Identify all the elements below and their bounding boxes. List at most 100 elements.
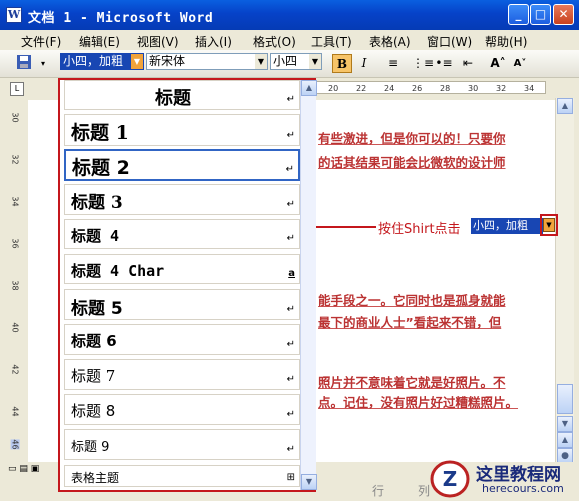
paragraph-mark-icon: ↵ — [286, 130, 295, 141]
document-line: 点。记住，没有照片好过糟糕照片。 — [318, 395, 519, 410]
style-item-heading4[interactable]: 标题 4 ↵ — [64, 219, 300, 249]
font-combo[interactable]: 新宋体 ▼ — [146, 53, 268, 70]
ruler-number: 30 — [468, 84, 479, 93]
menu-insert[interactable]: 插入(I) — [195, 33, 232, 50]
style-item-heading8[interactable]: 标题 8 ↵ — [64, 394, 300, 425]
menu-file[interactable]: 文件(F) — [21, 33, 61, 50]
dropdown-scrollbar[interactable]: ▲ ▼ — [300, 80, 317, 490]
style-item-label: 标题 4 — [71, 227, 120, 245]
document-line: 最下的商业人士”看起来不错，但 — [318, 315, 502, 330]
document-line: 能手段之一。它同时也是孤身就能 — [318, 293, 506, 308]
save-icon[interactable] — [14, 54, 34, 73]
status-column: 列 — [418, 484, 431, 498]
menu-format[interactable]: 格式(O) — [253, 33, 296, 50]
style-item-heading7[interactable]: 标题 7 ↵ — [64, 359, 300, 390]
vruler-number: 38 — [10, 280, 20, 291]
tab-stop-icon[interactable]: L — [10, 82, 24, 96]
bullet-list-icon[interactable]: •≡ — [434, 54, 454, 73]
menu-help[interactable]: 帮助(H) — [485, 33, 527, 50]
chevron-down-icon[interactable]: ▼ — [131, 54, 143, 69]
scroll-down-icon[interactable]: ▼ — [301, 474, 317, 490]
grow-font-icon[interactable]: A˄ — [488, 54, 508, 73]
paragraph-mark-icon: ↵ — [286, 304, 295, 315]
chevron-down-icon[interactable]: ▼ — [255, 54, 267, 69]
style-item-heading3[interactable]: 标题 3 ↵ — [64, 184, 300, 215]
paragraph-mark-icon: ↵ — [286, 339, 295, 350]
svg-text:Z: Z — [443, 467, 458, 491]
numbered-list-icon[interactable]: ⋮≡ — [412, 54, 434, 73]
font-combo-value: 新宋体 — [149, 54, 186, 68]
scroll-up-icon[interactable]: ▲ — [301, 80, 317, 96]
document-line: 照片并不意味着它就是好照片。不 — [318, 375, 506, 390]
chevron-down-icon: ▼ — [543, 218, 555, 232]
annotation-line — [316, 226, 376, 228]
menu-bar: 文件(F) 编辑(E) 视图(V) 插入(I) 格式(O) 工具(T) 表格(A… — [0, 30, 579, 50]
ruler-number: 34 — [524, 84, 535, 93]
prev-page-icon[interactable]: ▲ — [557, 432, 573, 448]
chevron-down-icon[interactable]: ▼ — [309, 54, 321, 69]
align-center-icon[interactable]: ≡ — [383, 54, 403, 73]
style-dropdown-list: 标题 ↵ 标题 1 ↵ 标题 2 ↵ 标题 3 ↵ 标题 4 ↵ 标题 4 Ch… — [58, 78, 317, 492]
vruler-number: 34 — [10, 196, 20, 207]
paragraph-mark-icon: ↵ — [286, 94, 295, 105]
bold-button[interactable]: B — [332, 54, 352, 73]
style-item-label: 标题 5 — [71, 299, 123, 319]
toolbar-options-icon[interactable]: ▾ — [33, 54, 53, 73]
ruler-number: 26 — [412, 84, 423, 93]
shrink-font-icon[interactable]: A˅ — [510, 54, 530, 73]
menu-tools[interactable]: 工具(T) — [311, 33, 352, 50]
paragraph-mark-icon: ↵ — [286, 409, 295, 420]
style-item-heading6[interactable]: 标题 6 ↵ — [64, 324, 300, 355]
menu-view[interactable]: 视图(V) — [137, 33, 179, 50]
style-item-heading9[interactable]: 标题 9 ↵ — [64, 429, 300, 460]
scroll-down-icon[interactable]: ▼ — [557, 416, 573, 432]
status-line: 行 — [372, 484, 385, 498]
ruler-number: 28 — [440, 84, 451, 93]
style-item-heading2[interactable]: 标题 2 ↵ — [64, 149, 300, 181]
style-item-label: 标题 6 — [71, 332, 117, 350]
scroll-thumb[interactable] — [557, 384, 573, 414]
style-combo-value: 小四，加粗 — [63, 54, 124, 68]
title-bar: W 文档 1 - Microsoft Word _ □ ✕ — [0, 0, 579, 31]
paragraph-mark-icon: ↵ — [286, 233, 295, 244]
word-document-icon[interactable]: W — [6, 7, 22, 23]
view-buttons[interactable]: ▭ ▤ ▣ — [8, 464, 48, 476]
italic-button[interactable]: I — [354, 54, 374, 73]
style-item-label: 标题 2 — [72, 157, 130, 179]
style-item-table-theme[interactable]: 表格主题 ⊞ — [64, 465, 300, 487]
size-combo-value: 小四 — [273, 54, 298, 68]
size-combo[interactable]: 小四 ▼ — [270, 53, 322, 70]
ruler-number: 32 — [496, 84, 507, 93]
decrease-indent-icon[interactable]: ⇤ — [458, 54, 478, 73]
watermark-url: herecours.com — [482, 482, 564, 495]
paragraph-mark-icon: ↵ — [286, 199, 295, 210]
style-item-heading1[interactable]: 标题 1 ↵ — [64, 114, 300, 146]
menu-table[interactable]: 表格(A) — [369, 33, 411, 50]
minimize-button[interactable]: _ — [508, 4, 529, 25]
menu-edit[interactable]: 编辑(E) — [79, 33, 120, 50]
paragraph-mark-icon: ↵ — [286, 444, 295, 455]
paragraph-mark-icon: ↵ — [285, 164, 294, 175]
maximize-button[interactable]: □ — [530, 4, 551, 25]
ruler-number: 24 — [384, 84, 395, 93]
annotation-text: 按住Shirt点击 — [378, 222, 461, 237]
ruler-number: 22 — [356, 84, 367, 93]
vruler-number: 30 — [10, 112, 20, 123]
style-item-title[interactable]: 标题 ↵ — [64, 80, 300, 110]
style-item-label: 标题 7 — [71, 367, 116, 385]
vruler-number: 42 — [10, 364, 20, 375]
scroll-up-icon[interactable]: ▲ — [557, 98, 573, 114]
style-item-label: 标题 — [155, 88, 191, 109]
vruler-number: 36 — [10, 238, 20, 249]
close-button[interactable]: ✕ — [553, 4, 574, 25]
style-item-label: 标题 4 Char — [71, 262, 165, 280]
site-logo-icon: Z — [430, 460, 470, 498]
table-style-icon: ⊞ — [286, 472, 295, 483]
style-item-heading5[interactable]: 标题 5 ↵ — [64, 289, 300, 320]
menu-window[interactable]: 窗口(W) — [427, 33, 472, 50]
style-item-label: 标题 9 — [71, 440, 110, 455]
style-item-heading4-char[interactable]: 标题 4 Char a — [64, 254, 300, 284]
style-item-label: 标题 3 — [71, 193, 123, 213]
vertical-scrollbar[interactable]: ▲ ▼ ▲ ● — [555, 98, 574, 470]
style-combo[interactable]: 小四，加粗 ▼ — [60, 53, 144, 70]
